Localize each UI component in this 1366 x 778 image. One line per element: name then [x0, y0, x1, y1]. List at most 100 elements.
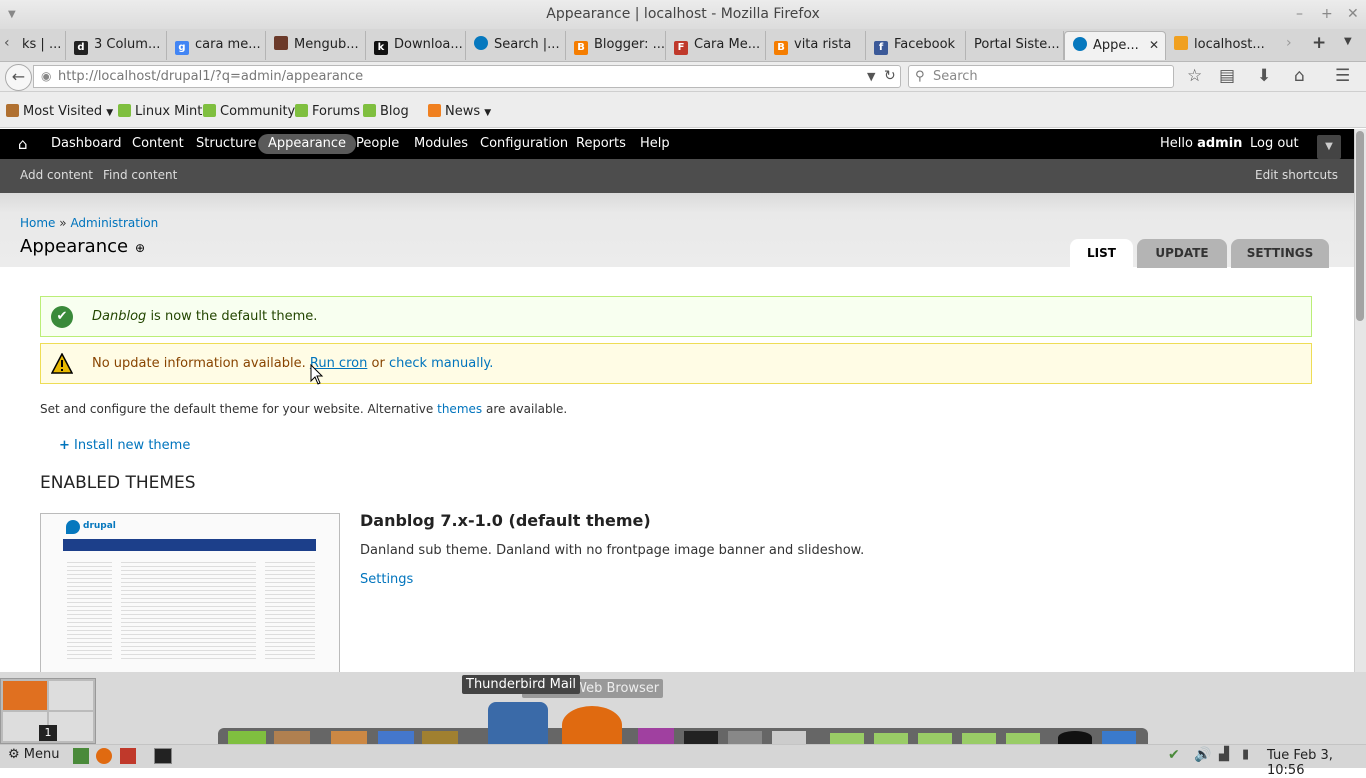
- tab-list[interactable]: LIST: [1070, 239, 1133, 268]
- paint-launcher-icon[interactable]: [331, 731, 367, 744]
- text-editor-panel-icon[interactable]: [120, 748, 136, 764]
- back-button[interactable]: ←: [5, 64, 32, 91]
- search-input[interactable]: ⚲ Search: [908, 65, 1174, 88]
- battery-icon[interactable]: ▮: [1242, 747, 1249, 762]
- toolbar-appearance[interactable]: Appearance: [258, 134, 357, 154]
- tab-favicon-icon: [1073, 37, 1087, 51]
- reading-list-icon[interactable]: ▤: [1219, 66, 1235, 86]
- themes-link[interactable]: themes: [437, 402, 482, 416]
- tab-close-icon[interactable]: ✕: [1149, 32, 1159, 59]
- bookmark-community[interactable]: Community: [203, 104, 295, 119]
- toolbar-reports[interactable]: Reports: [576, 136, 626, 151]
- theme-settings-link[interactable]: Settings: [360, 572, 413, 587]
- browser-tab[interactable]: Bvita rista: [766, 31, 866, 60]
- breadcrumb-administration[interactable]: Administration: [70, 216, 158, 230]
- close-window-icon[interactable]: ✕: [1347, 0, 1359, 29]
- toolbar-dashboard[interactable]: Dashboard: [51, 136, 122, 151]
- mouse-cursor-icon: [310, 364, 324, 385]
- browser-tab[interactable]: Mengub...: [266, 31, 366, 60]
- browser-tab[interactable]: f Facebook: [866, 31, 966, 60]
- tab-scroll-left-icon[interactable]: ‹: [4, 35, 10, 51]
- reload-icon[interactable]: ↻: [884, 66, 896, 87]
- power-launcher-icon[interactable]: [1058, 731, 1092, 744]
- toolbar-logout[interactable]: Log out: [1250, 136, 1299, 151]
- shortcut-find-content[interactable]: Find content: [103, 168, 177, 182]
- mint-launcher-icon[interactable]: [228, 731, 266, 744]
- toolbar-username[interactable]: admin: [1197, 136, 1242, 151]
- toolbar-configuration[interactable]: Configuration: [480, 136, 568, 151]
- rss-icon: [428, 104, 441, 117]
- bookmark-blog[interactable]: Blog: [363, 104, 409, 119]
- writer-launcher-icon[interactable]: [378, 731, 414, 744]
- shortcut-add-content[interactable]: Add content: [20, 168, 93, 182]
- terminal-panel-icon[interactable]: [154, 748, 172, 764]
- thunderbird-launcher-icon[interactable]: [488, 702, 548, 744]
- warning-message: No update information available. Run cro…: [40, 343, 1312, 384]
- hamburger-menu-icon[interactable]: ☰: [1335, 66, 1350, 86]
- browser-tab[interactable]: g cara me...: [167, 31, 266, 60]
- firefox-panel-icon[interactable]: [96, 748, 112, 764]
- url-history-dropdown-icon[interactable]: ▼: [867, 66, 875, 87]
- browser-tab[interactable]: B Blogger: ...: [566, 31, 666, 60]
- edit-shortcuts-link[interactable]: Edit shortcuts: [1255, 168, 1338, 182]
- new-tab-icon[interactable]: +: [1312, 33, 1326, 53]
- tab-scroll-right-icon[interactable]: ›: [1286, 35, 1292, 51]
- install-new-theme-link[interactable]: + Install new theme: [59, 438, 190, 453]
- package-launcher-icon[interactable]: [274, 731, 310, 744]
- bookmark-news[interactable]: News ▼: [428, 104, 491, 119]
- bookmark-linux-mint[interactable]: Linux Mint: [118, 104, 202, 119]
- browser-tab[interactable]: Search |...: [466, 31, 566, 60]
- toolbar-people[interactable]: People: [356, 136, 399, 151]
- downloads-icon[interactable]: ⬇: [1257, 66, 1271, 86]
- notes-launcher-icon[interactable]: [772, 731, 806, 744]
- panel-clock[interactable]: Tue Feb 3, 10:56: [1267, 748, 1366, 778]
- theme-screenshot: drupal: [40, 513, 340, 673]
- browser-tab[interactable]: F Cara Me...: [666, 31, 766, 60]
- toolbar-help[interactable]: Help: [640, 136, 670, 151]
- breadcrumb-home[interactable]: Home: [20, 216, 55, 230]
- menu-button[interactable]: ⚙ Menu: [8, 747, 60, 762]
- bookmark-label: Community: [220, 104, 296, 119]
- toolbar-modules[interactable]: Modules: [414, 136, 468, 151]
- browser-tab[interactable]: d 3 Colum...: [66, 31, 167, 60]
- image-launcher-icon[interactable]: [422, 731, 458, 744]
- toolbar-structure[interactable]: Structure: [196, 136, 256, 151]
- browser-tab[interactable]: Portal Siste...: [966, 31, 1064, 60]
- bookmark-forums[interactable]: Forums: [295, 104, 360, 119]
- tab-update[interactable]: UPDATE: [1137, 239, 1227, 268]
- home-icon[interactable]: ⌂: [1294, 66, 1305, 86]
- url-bar[interactable]: ◉ http://localhost/drupal1/?q=admin/appe…: [33, 65, 901, 88]
- workspace-1[interactable]: [3, 681, 47, 710]
- workspace-2[interactable]: [49, 681, 93, 710]
- update-shield-icon[interactable]: ✔: [1168, 747, 1180, 763]
- add-shortcut-icon[interactable]: ⊕: [135, 241, 145, 255]
- show-desktop-icon[interactable]: [73, 748, 89, 764]
- media-launcher-icon[interactable]: [638, 728, 674, 744]
- browser-tab[interactable]: k Downloa...: [366, 31, 466, 60]
- bookmark-star-icon[interactable]: ☆: [1187, 66, 1202, 86]
- tab-label: Blogger: ...: [594, 37, 666, 52]
- bookmark-most-visited[interactable]: Most Visited ▼: [6, 104, 113, 119]
- home-icon[interactable]: ⌂: [18, 135, 28, 153]
- browser-tab[interactable]: localhost...: [1166, 31, 1278, 60]
- settings-launcher-icon[interactable]: [728, 731, 762, 744]
- accessibility-launcher-icon[interactable]: [1102, 731, 1136, 744]
- terminal-launcher-icon[interactable]: [684, 731, 718, 744]
- volume-icon[interactable]: 🔊: [1194, 747, 1211, 763]
- network-icon[interactable]: ▟: [1219, 747, 1229, 762]
- tab-settings[interactable]: SETTINGS: [1231, 239, 1329, 268]
- maximize-icon[interactable]: +: [1321, 0, 1333, 29]
- browser-tab[interactable]: ks | ...: [14, 31, 66, 60]
- firefox-launcher-icon[interactable]: [562, 706, 622, 744]
- site-info-icon[interactable]: ◉: [41, 66, 51, 87]
- minimize-icon[interactable]: –: [1296, 0, 1303, 29]
- folder-launcher-icons[interactable]: [830, 733, 1040, 744]
- workspace-switcher[interactable]: 1: [0, 678, 96, 744]
- check-manually-link[interactable]: check manually.: [389, 356, 493, 371]
- window-menu-icon[interactable]: ▼: [8, 0, 16, 29]
- toolbar-drawer-toggle[interactable]: ▼: [1317, 135, 1341, 159]
- scrollbar-thumb[interactable]: [1356, 131, 1364, 321]
- toolbar-content[interactable]: Content: [132, 136, 184, 151]
- list-all-tabs-icon[interactable]: ▼: [1344, 36, 1352, 47]
- browser-tab-active[interactable]: Appe... ✕: [1064, 31, 1166, 60]
